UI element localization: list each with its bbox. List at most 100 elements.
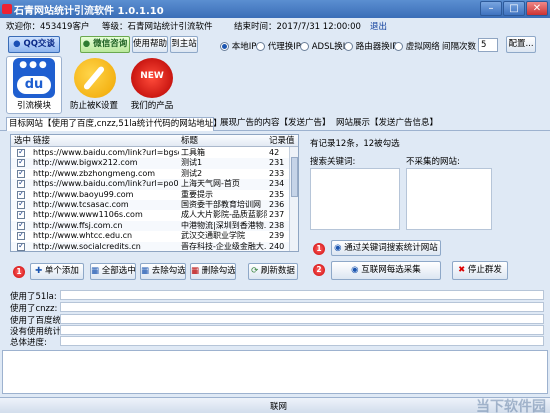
table-row[interactable]: http://www.ffsj.com.cn 中港物流|深圳到香港物...238 (11, 220, 298, 232)
header-link[interactable]: 链接 (33, 135, 50, 147)
table-row[interactable]: http://www.whtcc.edu.cn 武汉交通职业学院 239 (11, 231, 298, 242)
ip-option-adsl[interactable]: ADSL换IP (300, 40, 350, 52)
ip-option-router[interactable]: 路由器换IP (344, 40, 397, 52)
watermark: 当下软件园 (476, 399, 546, 413)
status-text: 联网 (270, 402, 288, 412)
maximize-button[interactable]: □ (503, 1, 525, 16)
tab-site-display[interactable]: 网站展示【发送广告信息】 (334, 117, 440, 131)
table-row[interactable]: http://www.www1106s.com 成人大片影院-品质蓝影院237 (11, 210, 298, 221)
module-label-traffic: 引流模块 (16, 101, 51, 111)
log-output[interactable] (2, 350, 548, 394)
config-button[interactable]: 配置... (506, 36, 536, 53)
row-checkbox[interactable] (17, 211, 25, 220)
grid-icon: ▦ (191, 266, 200, 276)
row-title: 晋存科技-企业级金融大... (181, 241, 267, 251)
stat-51la-bar (60, 290, 544, 300)
keywords-textarea[interactable] (310, 168, 400, 230)
row-checkbox[interactable] (17, 180, 25, 189)
interval-label: 间隔次数 (442, 42, 477, 52)
tab-ad-content[interactable]: 展现广告的内容【发送广告】 (218, 117, 331, 131)
exclude-label: 不采集的网站: (406, 157, 460, 167)
row-count: 236 (269, 200, 285, 209)
row-title: 成人大片影院-品质蓝影院 (181, 210, 267, 220)
keywords-label: 搜索关键词: (310, 157, 356, 167)
row-count: 233 (269, 168, 285, 178)
table-row[interactable]: https://www.baidu.com/link?url=bgsq-mjvw… (11, 148, 298, 159)
table-row[interactable]: https://www.baidu.com/link?url=po0LdkN7z… (11, 179, 298, 190)
logout-link[interactable]: 退出 (370, 20, 387, 32)
row-checkbox[interactable] (17, 232, 25, 241)
row-checkbox[interactable] (17, 242, 25, 251)
step-badge-1: 1 (313, 243, 325, 255)
header-count[interactable]: 记录值 (269, 135, 295, 147)
row-checkbox[interactable] (17, 149, 25, 157)
tab-target-sites[interactable]: 目标网站【使用了百度,cnzz,51la统计代码的网站地址】 (6, 117, 222, 131)
welcome-text: 欢迎你：453419客户 (6, 22, 90, 32)
globe-icon: ◉ (351, 265, 359, 275)
row-title: 中港物流|深圳到香港物... (181, 220, 267, 230)
row-checkbox[interactable] (17, 190, 25, 199)
close-button[interactable]: ✕ (526, 1, 548, 16)
row-link: http://www.ffsj.com.cn (33, 220, 123, 230)
exclude-textarea[interactable] (406, 168, 492, 230)
wechat-button[interactable]: ● 微信咨询 (80, 36, 130, 53)
search-icon: ◉ (334, 243, 342, 253)
table-row[interactable]: http://www.bigwx212.com 测试1 231 (11, 158, 298, 169)
row-link: http://www.tcsasac.com (33, 200, 129, 209)
row-link: http://www.whtcc.edu.cn (33, 231, 133, 241)
refresh-icon: ⟳ (251, 266, 259, 276)
internet-collect-button[interactable]: ◉ 互联网每选采集 (331, 261, 441, 280)
stat-51la-label: 使用了51la: (10, 292, 57, 302)
keyword-search-button[interactable]: ◉ 通过关键词搜索统计网站 (331, 240, 441, 256)
stat-baidu-bar (60, 314, 544, 324)
radio-icon (344, 42, 353, 51)
qq-chat-button[interactable]: ● QQ交谈 (8, 36, 60, 53)
row-count: 42 (269, 148, 280, 157)
target-site-table[interactable]: 选中 链接 标题 记录值 https://www.baidu.com/link?… (10, 134, 299, 252)
interval-stepper[interactable]: 5 (478, 38, 498, 52)
ip-option-local[interactable]: 本地IP (220, 40, 256, 52)
row-count: 239 (269, 231, 285, 241)
status-bar: 联网 (0, 397, 550, 413)
add-icon: ✚ (35, 266, 43, 276)
row-title: 国资委干部教育培训网 (181, 200, 261, 209)
help-button[interactable]: 使用帮助 (132, 36, 168, 53)
table-row[interactable]: http://www.socialcredits.cn 晋存科技-企业级金融大..… (11, 241, 298, 251)
radio-icon (394, 42, 403, 51)
row-checkbox[interactable] (17, 201, 25, 209)
table-row[interactable]: http://www.zbzhongmeng.com 测试2 233 (11, 168, 298, 180)
row-title: 工具箱 (181, 148, 205, 157)
header-select[interactable]: 选中 (14, 135, 31, 147)
radio-icon (300, 42, 309, 51)
deselect-button[interactable]: ▦ 去除勾选 (140, 263, 186, 280)
table-row[interactable]: http://www.tcsasac.com 国资委干部教育培训网 236 (11, 200, 298, 211)
header-title[interactable]: 标题 (181, 135, 198, 147)
table-scrollbar[interactable] (289, 147, 298, 251)
overall-progress-label: 总体进度: (10, 338, 47, 348)
ip-option-proxy[interactable]: 代理换IP (256, 40, 301, 52)
ip-option-virtual[interactable]: 虚拟网络 (394, 40, 440, 52)
select-all-button[interactable]: ▦ 全部选中 (90, 263, 136, 280)
scrollbar-thumb[interactable] (291, 157, 298, 197)
row-checkbox[interactable] (17, 169, 25, 178)
row-count: 235 (269, 189, 285, 199)
stop-icon: ✖ (458, 265, 466, 275)
row-checkbox[interactable] (17, 221, 25, 230)
minimize-button[interactable]: – (480, 1, 502, 16)
module-label-anti-k: 防止被K设置 (69, 101, 119, 111)
stop-button[interactable]: ✖ 停止群发 (452, 261, 508, 280)
refresh-button[interactable]: ⟳ 刷新数据 (248, 263, 298, 280)
main-site-button[interactable]: 到主站 (170, 36, 198, 53)
delete-checked-button[interactable]: ▦ 删除勾选 (190, 263, 236, 280)
window-title: 石青网站统计引流软件 1.0.1.10 (14, 6, 164, 17)
row-checkbox[interactable] (17, 159, 25, 168)
wrench-icon (74, 58, 116, 98)
row-count: 240 (269, 241, 285, 251)
add-single-button[interactable]: ✚ 单个添加 (30, 263, 84, 280)
row-link: http://www.zbzhongmeng.com (33, 168, 156, 178)
expire-text: 结束时间：2017/7/31 12:00:00 (234, 22, 361, 32)
table-header: 选中 链接 标题 记录值 (11, 135, 298, 147)
stat-cnzz-label: 使用了cnzz: (10, 304, 58, 314)
row-count: 231 (269, 158, 285, 168)
table-row[interactable]: http://www.baoyu99.com 重要提示 235 (11, 189, 298, 201)
